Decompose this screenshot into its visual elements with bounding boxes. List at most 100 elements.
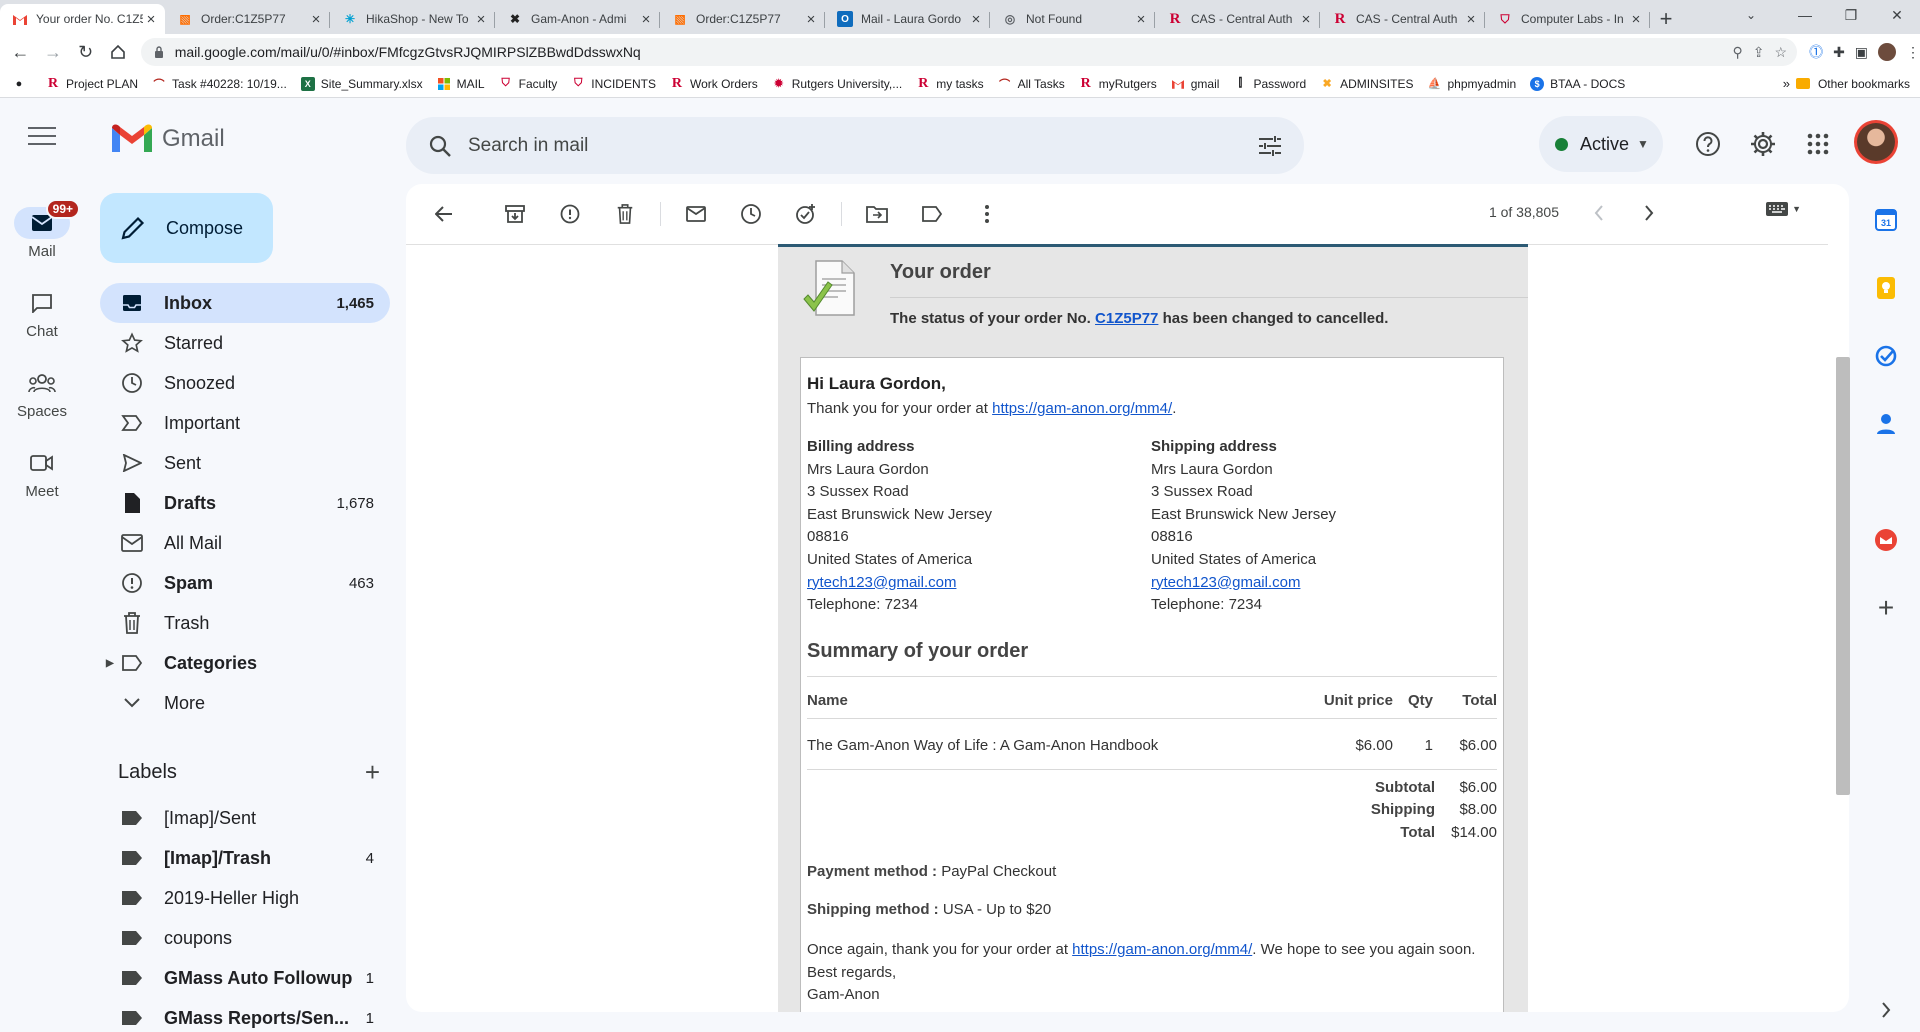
delete-icon[interactable] xyxy=(605,194,645,234)
bookmark-item[interactable]: ✹ Rutgers University,... xyxy=(772,77,902,91)
nav-item-more[interactable]: More xyxy=(100,683,390,723)
home-icon[interactable] xyxy=(106,39,131,65)
label-item[interactable]: GMass Auto Followup 1 xyxy=(100,958,390,998)
close-icon[interactable]: × xyxy=(1298,11,1314,28)
help-icon[interactable] xyxy=(1692,128,1724,160)
bookmark-item[interactable]: R Work Orders xyxy=(670,76,758,91)
rail-item-spaces[interactable]: Spaces xyxy=(0,367,84,420)
browser-tab[interactable]: ◎ Not Found × xyxy=(990,4,1155,34)
rail-item-chat[interactable]: Chat xyxy=(0,287,84,340)
bookmarks-overflow-button[interactable]: » xyxy=(1783,76,1790,91)
label-item[interactable]: [Imap]/Trash 4 xyxy=(100,838,390,878)
bookmark-item[interactable]: Rmy tasks xyxy=(916,76,983,91)
keep-icon[interactable] xyxy=(1866,268,1906,308)
browser-tab[interactable]: ✳ HikaShop - New To × xyxy=(330,4,495,34)
label-item[interactable]: 2019-Heller High xyxy=(100,878,390,918)
hide-side-panel-chevron-icon[interactable] xyxy=(1866,990,1906,1030)
archive-icon[interactable] xyxy=(495,194,535,234)
bookmark-item[interactable]: $ BTAA - DOCS xyxy=(1530,76,1625,91)
mark-unread-icon[interactable] xyxy=(676,194,716,234)
bookmark-item[interactable]: X Site_Summary.xlsx xyxy=(300,76,423,91)
nav-item-trash[interactable]: Trash xyxy=(100,603,390,643)
browser-tab[interactable]: ✖ Gam-Anon - Admi × xyxy=(495,4,660,34)
search-bar[interactable] xyxy=(406,117,1304,174)
order-number-link[interactable]: C1Z5P77 xyxy=(1095,310,1158,327)
store-link[interactable]: https://gam-anon.org/mm4/ xyxy=(992,400,1172,417)
more-vert-icon[interactable] xyxy=(967,194,1007,234)
bookmark-item[interactable]: MAIL xyxy=(437,77,485,91)
restore-icon[interactable]: ❐ xyxy=(1828,0,1874,30)
share-icon[interactable]: ⇪ xyxy=(1753,44,1765,61)
forward-arrow-icon[interactable]: → xyxy=(41,39,66,65)
add-label-button[interactable]: + xyxy=(365,757,380,788)
nav-item-drafts[interactable]: Drafts 1,678 xyxy=(100,483,390,523)
bookmark-item[interactable]: R Project PLAN xyxy=(46,76,138,91)
bookmark-item[interactable]: RmyRutgers xyxy=(1079,76,1157,91)
address-bar[interactable]: mail.google.com/mail/u/0/#inbox/FMfcgzGt… xyxy=(140,38,1798,66)
label-item[interactable]: [Imap]/Sent xyxy=(100,798,390,838)
password-manager-icon[interactable]: ⓵ xyxy=(1809,42,1823,62)
bookmark-item[interactable]: ⌒ Task #40228: 10/19... xyxy=(152,77,287,91)
chevron-right-icon[interactable] xyxy=(1633,197,1665,229)
label-icon[interactable] xyxy=(912,194,952,234)
bookmark-item[interactable]: gmail xyxy=(1171,77,1219,91)
move-to-folder-icon[interactable] xyxy=(857,194,897,234)
close-icon[interactable]: × xyxy=(803,11,819,28)
bookmark-star-icon[interactable]: ☆ xyxy=(1775,44,1788,61)
nav-item-sent[interactable]: Sent xyxy=(100,443,390,483)
store-link[interactable]: https://gam-anon.org/mm4/ xyxy=(1072,941,1252,958)
status-selector[interactable]: Active ▼ xyxy=(1539,116,1663,172)
close-icon[interactable]: × xyxy=(1133,11,1149,28)
close-icon[interactable]: × xyxy=(1628,11,1644,28)
minimize-icon[interactable]: — xyxy=(1782,0,1828,30)
bookmark-item[interactable]: ⛉ Faculty xyxy=(499,77,557,91)
bookmark-item[interactable]: ● xyxy=(12,77,32,91)
addon-icon[interactable] xyxy=(1866,520,1906,560)
nav-item-categories[interactable]: ▶ Categories xyxy=(100,643,390,683)
billing-email-link[interactable]: rytech123@gmail.com xyxy=(807,574,956,591)
search-input[interactable] xyxy=(468,134,1256,157)
contacts-icon[interactable] xyxy=(1866,404,1906,444)
settings-gear-icon[interactable] xyxy=(1747,128,1779,160)
nav-item-all-mail[interactable]: All Mail xyxy=(100,523,390,563)
browser-tab[interactable]: R CAS - Central Auth × xyxy=(1320,4,1485,34)
profile-avatar-icon[interactable] xyxy=(1878,43,1897,61)
browser-tab[interactable]: Your order No. C1Z5P77 × xyxy=(0,4,165,34)
browser-tab[interactable]: O Mail - Laura Gordo × xyxy=(825,4,990,34)
close-icon[interactable]: × xyxy=(308,11,324,28)
chrome-menu-icon[interactable]: ⋮ xyxy=(1906,44,1920,61)
zoom-icon[interactable]: ⚲ xyxy=(1733,44,1743,61)
close-icon[interactable]: × xyxy=(143,11,159,28)
nav-item-inbox[interactable]: Inbox 1,465 xyxy=(100,283,390,323)
account-avatar[interactable] xyxy=(1854,120,1898,164)
nav-item-spam[interactable]: Spam 463 xyxy=(100,563,390,603)
new-tab-button[interactable]: + xyxy=(1650,4,1682,34)
search-options-icon[interactable] xyxy=(1256,132,1284,160)
add-to-tasks-icon[interactable] xyxy=(786,194,826,234)
tab-search-chevron-icon[interactable]: ⌄ xyxy=(1736,4,1766,26)
snooze-clock-icon[interactable] xyxy=(731,194,771,234)
close-icon[interactable]: × xyxy=(473,11,489,28)
back-arrow-icon[interactable]: ← xyxy=(8,39,33,65)
compose-button[interactable]: Compose xyxy=(100,193,273,263)
shipping-email-link[interactable]: rytech123@gmail.com xyxy=(1151,574,1300,591)
scrollbar-thumb[interactable] xyxy=(1836,357,1850,795)
nav-item-important[interactable]: Important xyxy=(100,403,390,443)
label-item[interactable]: GMass Reports/Sen... 1 xyxy=(100,998,390,1032)
lock-icon[interactable] xyxy=(151,44,167,60)
bookmark-item[interactable]: ⛉ INCIDENTS xyxy=(571,77,656,91)
bookmark-item[interactable]: ⌒ All Tasks xyxy=(998,77,1065,91)
nav-item-starred[interactable]: Starred xyxy=(100,323,390,363)
report-spam-icon[interactable] xyxy=(550,194,590,234)
main-menu-icon[interactable] xyxy=(28,127,56,147)
side-panel-icon[interactable]: ▣ xyxy=(1855,44,1868,61)
browser-tab[interactable]: ▧ Order:C1Z5P77 × xyxy=(165,4,330,34)
bookmark-item[interactable]: ⫿ Password xyxy=(1233,77,1306,91)
reload-icon[interactable]: ↻ xyxy=(73,39,98,65)
bookmark-item[interactable]: ✖ ADMINSITES xyxy=(1320,77,1414,91)
close-icon[interactable]: × xyxy=(968,11,984,28)
rail-item-meet[interactable]: Meet xyxy=(0,447,84,500)
other-bookmarks-folder[interactable]: Other bookmarks xyxy=(1795,77,1910,91)
bookmark-item[interactable]: ⛵ phpmyadmin xyxy=(1427,77,1517,91)
get-addons-plus-icon[interactable]: + xyxy=(1866,588,1906,628)
